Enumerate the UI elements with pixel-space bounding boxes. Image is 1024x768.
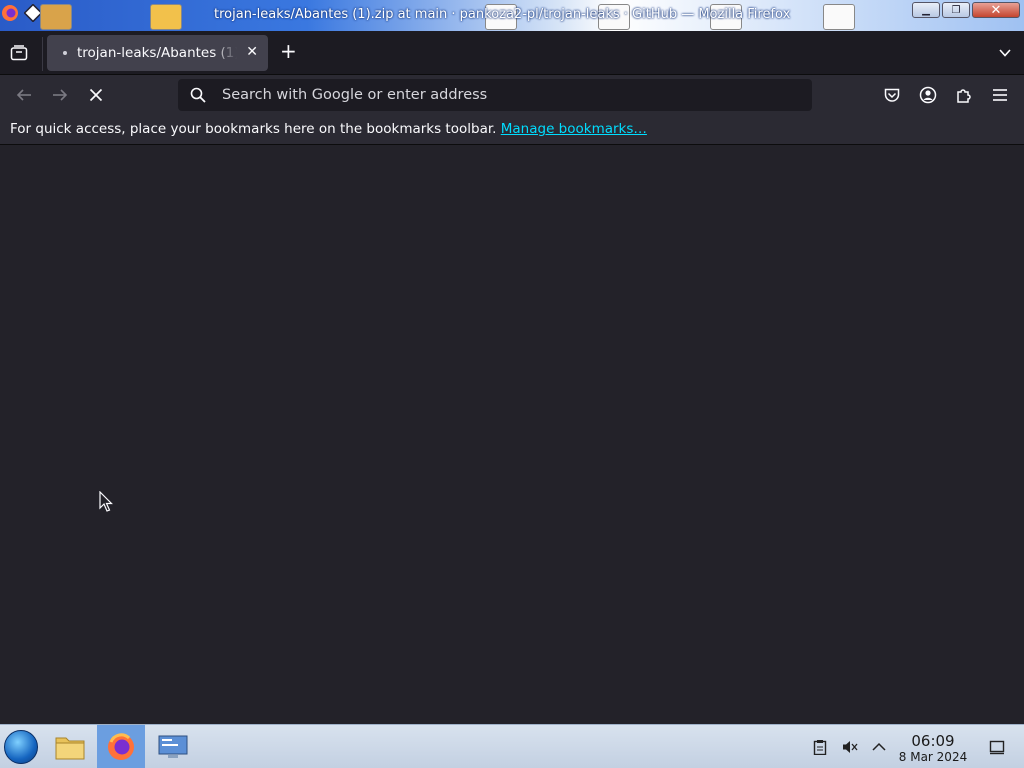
stop-icon[interactable] xyxy=(87,86,105,104)
page-content[interactable] xyxy=(0,146,1024,724)
manage-bookmarks-link[interactable]: Manage bookmarks… xyxy=(501,121,647,137)
window-titlebar[interactable]: trojan-leaks/Abantes (1).zip at main · p… xyxy=(0,0,1024,31)
bookmarks-toolbar: For quick access, place your bookmarks h… xyxy=(0,115,1024,145)
search-icon xyxy=(190,87,206,103)
maximize-button[interactable]: ❐ xyxy=(942,2,970,18)
background-art xyxy=(40,4,72,30)
clock-date: 8 Mar 2024 xyxy=(898,750,968,764)
extensions-icon[interactable] xyxy=(955,86,973,104)
mouse-cursor-icon xyxy=(99,491,113,512)
tray-expand-icon[interactable] xyxy=(871,739,887,755)
chevron-down-icon[interactable] xyxy=(998,46,1012,60)
close-window-button[interactable]: ✕ xyxy=(972,2,1020,18)
system-settings-button[interactable] xyxy=(149,725,197,768)
pocket-icon[interactable] xyxy=(883,86,901,104)
clock-time: 06:09 xyxy=(911,732,955,750)
window-title: trojan-leaks/Abantes (1).zip at main · p… xyxy=(214,7,791,22)
back-icon[interactable] xyxy=(15,86,33,104)
address-input[interactable] xyxy=(222,79,802,111)
menu-icon[interactable] xyxy=(991,86,1009,104)
tab-strip: trojan-leaks/Abantes (1).zip at main ✕ + xyxy=(0,31,1024,75)
background-art xyxy=(150,4,182,30)
firefox-view-icon[interactable] xyxy=(10,45,28,61)
folder-icon xyxy=(55,737,85,760)
show-desktop-icon[interactable] xyxy=(989,739,1005,755)
firefox-icon xyxy=(108,733,134,760)
tab-separator xyxy=(42,37,43,71)
forward-icon[interactable] xyxy=(51,86,69,104)
tab-label: trojan-leaks/Abantes (1).zip at main xyxy=(77,45,237,61)
bookmarks-empty-message: For quick access, place your bookmarks h… xyxy=(10,121,497,137)
file-manager-button[interactable] xyxy=(46,725,94,768)
tab-active[interactable]: trojan-leaks/Abantes (1).zip at main ✕ xyxy=(47,35,268,71)
close-tab-icon[interactable]: ✕ xyxy=(246,45,258,59)
minimize-button[interactable]: ▁ xyxy=(912,2,940,18)
background-art xyxy=(823,4,855,30)
taskbar: 06:09 8 Mar 2024 xyxy=(0,724,1024,768)
loading-icon xyxy=(63,51,67,55)
volume-muted-icon[interactable] xyxy=(842,739,858,755)
address-bar[interactable] xyxy=(178,79,812,111)
settings-monitor-icon xyxy=(158,735,188,758)
start-menu-button[interactable] xyxy=(4,730,38,764)
window-controls: ▁ ❐ ✕ xyxy=(912,2,1020,18)
new-tab-button[interactable]: + xyxy=(280,41,297,61)
firefox-icon xyxy=(2,5,18,21)
firefox-taskbar-button[interactable] xyxy=(97,725,145,768)
navigation-toolbar xyxy=(0,75,1024,115)
account-icon[interactable] xyxy=(919,86,937,104)
clipboard-icon[interactable] xyxy=(812,739,828,755)
clock[interactable]: 06:09 8 Mar 2024 xyxy=(896,732,970,765)
